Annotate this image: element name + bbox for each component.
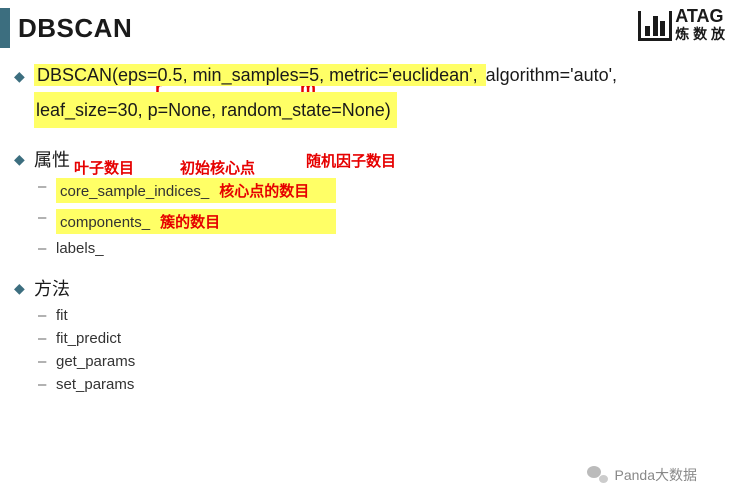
attr-name: labels_ [56, 240, 104, 257]
brand-logo: ATAG 炼 数 放 [638, 8, 725, 44]
title-accent-bar [0, 8, 10, 48]
logo-bottom-text: 炼 数 放 [675, 24, 725, 44]
signature-part2-highlight: leaf_size=30, p=None, random_state=None) [34, 92, 397, 128]
attr-name: core_sample_indices_ [60, 183, 209, 200]
wechat-icon [587, 466, 609, 484]
footer-credit: Panda大数据 [587, 465, 697, 485]
signature-part1-rest: algorithm='auto', [486, 65, 617, 85]
attr-note: 核心点的数目 [219, 183, 309, 200]
dbscan-signature: DBSCAN(eps=0.5, min_samples=5, metric='e… [34, 58, 713, 128]
attr-item-components: components_ 簇的数目 [56, 209, 713, 234]
method-item-set-params: set_params [56, 376, 713, 393]
methods-heading: 方法 [34, 275, 713, 301]
attr-item-core-sample-indices: core_sample_indices_ 核心点的数目 [56, 178, 713, 203]
bar-chart-icon [638, 11, 672, 41]
signature-part1-highlight: DBSCAN(eps=0.5, min_samples=5, metric='e… [34, 64, 486, 86]
attributes-list: core_sample_indices_ 核心点的数目 components_ 簇的… [34, 178, 713, 257]
attr-name: components_ [60, 214, 150, 231]
footer-text: Panda大数据 [615, 465, 697, 485]
method-item-fit: fit [56, 307, 713, 324]
attr-note: 簇的数目 [160, 214, 220, 231]
page-title: DBSCAN [18, 13, 132, 44]
logo-top-text: ATAG [675, 8, 725, 24]
methods-list: fit fit_predict get_params set_params [34, 307, 713, 393]
method-item-fit-predict: fit_predict [56, 330, 713, 347]
attributes-heading: 属性 [34, 146, 713, 172]
method-item-get-params: get_params [56, 353, 713, 370]
attr-item-labels: labels_ [56, 240, 713, 257]
